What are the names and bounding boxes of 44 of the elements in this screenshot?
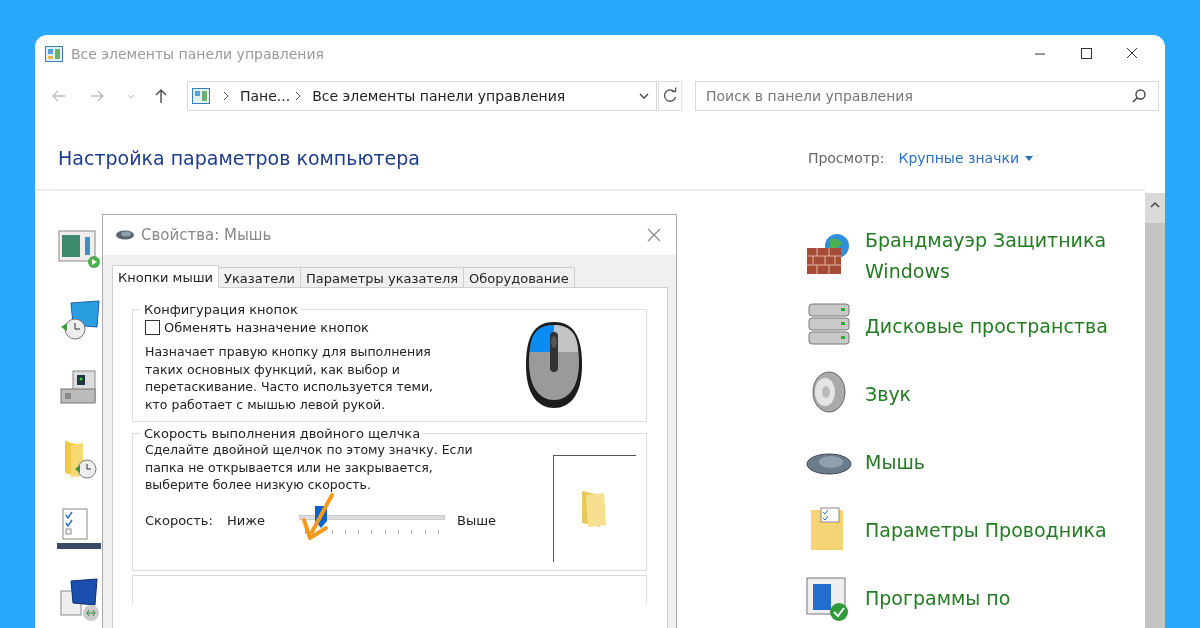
description-text: Назначает правую кнопку для выполнения таких основных функций, как выбор и перетаскивание. Часто используется теми, кто работает с мышью левой рукой. — [145, 343, 434, 413]
checkbox[interactable] — [145, 320, 160, 335]
window-title: Все элементы панели управления — [71, 46, 324, 62]
search-icon — [1131, 88, 1147, 104]
tab[interactable]: Кнопки мыши — [112, 265, 220, 288]
control-panel-link[interactable]: Мышь — [865, 446, 1145, 478]
caret-icon — [1025, 155, 1033, 161]
control-panel-link[interactable]: Дисковые пространства — [865, 310, 1145, 342]
tab[interactable]: Параметры указателя — [301, 267, 465, 288]
control-panel-icon — [45, 46, 63, 62]
test-area[interactable] — [553, 455, 636, 562]
tab[interactable]: Указатели — [219, 267, 301, 288]
group-title: Скорость выполнения двойного щелчка — [143, 426, 422, 441]
speed-slider[interactable] — [299, 505, 445, 536]
chevron-icon — [222, 91, 230, 101]
control-panel-link[interactable]: Параметры Проводника — [865, 514, 1145, 546]
slider-max-label: Выше — [457, 513, 497, 528]
slider-thumb[interactable] — [314, 505, 327, 528]
dialog-title: Свойства: Мышь — [141, 226, 272, 244]
control-panel-link[interactable]: Брандмауэр Защитника Windows — [865, 225, 1145, 287]
breadcrumb-item[interactable]: Пане... — [240, 88, 291, 104]
search-field[interactable]: Поиск в панели управления — [695, 81, 1159, 111]
group-title: Конфигурация кнопок — [143, 302, 299, 317]
control-panel-icon — [192, 88, 210, 104]
mouse-icon — [115, 229, 135, 241]
refresh-button[interactable] — [657, 81, 683, 111]
close-button[interactable] — [646, 227, 662, 243]
breadcrumb-item[interactable]: Все элементы панели управления — [312, 88, 566, 104]
page-heading: Настройка параметров компьютера — [58, 147, 420, 169]
remote-desktop-icon[interactable] — [57, 577, 101, 621]
address-bar[interactable]: Пане... Все элементы панели управления — [187, 81, 657, 111]
scroll-up-icon[interactable] — [1149, 201, 1161, 209]
control-panel-link[interactable]: Программы по — [865, 582, 1145, 614]
description-text: Сделайте двойной щелчок по этому значку. Если папка не открывается или не закрывается, выберите более низкую скорость. — [145, 441, 474, 494]
view-label: Просмотр: — [807, 150, 885, 166]
tab[interactable]: Оборудование — [464, 267, 575, 288]
chevron-icon — [294, 91, 303, 101]
window-play-icon[interactable] — [57, 227, 101, 271]
speed-label: Скорость: — [145, 513, 214, 528]
slider-min-label: Ниже — [227, 513, 266, 528]
checkbox-label[interactable]: Обменять назначение кнопок — [164, 320, 369, 335]
control-panel-link[interactable]: Звук — [865, 378, 1145, 410]
view-dropdown[interactable]: Крупные значки — [898, 150, 1033, 166]
checklist-icon[interactable] — [57, 507, 101, 551]
